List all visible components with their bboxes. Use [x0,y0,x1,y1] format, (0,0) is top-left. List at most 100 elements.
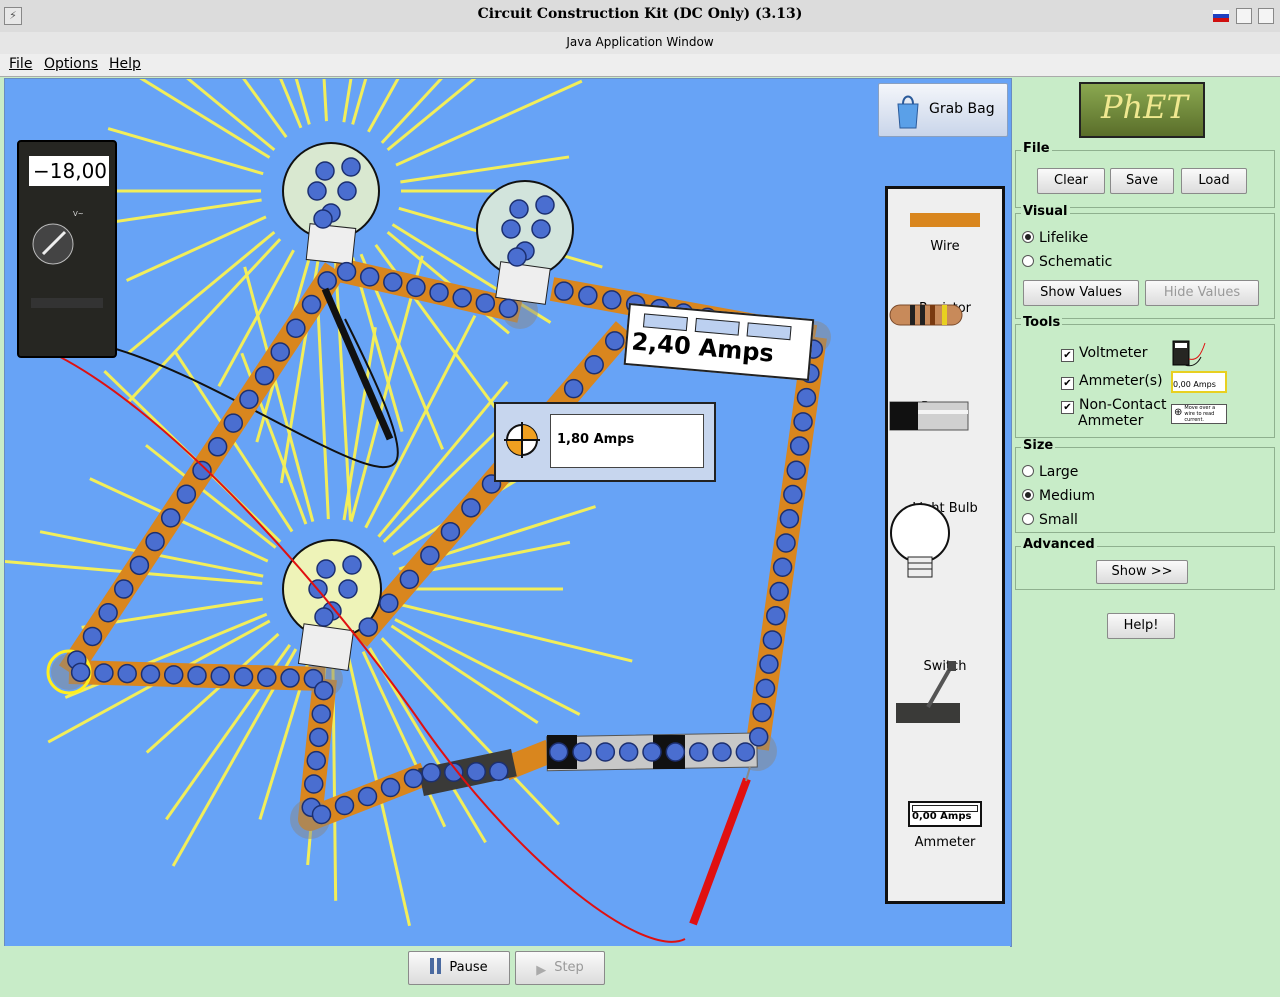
hide-values-button[interactable]: Hide Values [1145,280,1259,306]
wire-icon [910,213,980,227]
electron [210,666,231,686]
voltmeter-red-probe[interactable] [689,766,751,926]
electron [286,318,306,339]
save-button[interactable]: Save [1110,168,1174,194]
electron [421,763,441,783]
toolbox-switch[interactable]: Switch [888,659,1002,723]
electron [309,727,329,748]
toolbox-battery[interactable]: Battery [888,400,1002,431]
voltmeter-checkbox[interactable]: ✔ Voltmeter [1061,345,1148,362]
advanced-group: Advanced Show >> [1015,537,1275,590]
step-button[interactable]: ▶ Step [515,951,605,985]
electron [735,742,756,762]
noncontact-ammeter-checkbox[interactable]: ✔ Non-Contact [1061,397,1166,414]
electron [314,680,334,701]
toolbox-wire[interactable]: Wire [888,213,1002,254]
electron [759,654,779,674]
electron [578,285,598,306]
circuit-canvas[interactable]: Grab Bag −18,00 V V~ 1,80 Amps 2,40 Amps [4,78,1012,947]
electron [145,531,165,552]
crosshair-icon [504,422,540,458]
light-ray [322,79,328,122]
electron [338,579,358,599]
electron [793,412,813,432]
electron [359,267,380,287]
electron [342,555,362,575]
electron [311,804,332,825]
visual-group-title: Visual [1021,204,1070,219]
lifelike-radio[interactable]: Lifelike [1022,230,1088,246]
electron [257,667,277,688]
control-panel: PhET File Clear Save Load Visual Lifelik… [1012,78,1278,994]
circuit-drawing [5,79,831,943]
electron [307,181,327,201]
minimize-button[interactable] [1236,8,1252,24]
size-large-radio[interactable]: Large [1022,464,1078,480]
ammeter-tool-icon: 0,00 Amps [1171,371,1227,393]
voltmeter[interactable]: −18,00 V V~ [17,140,117,358]
language-flag-icon[interactable] [1213,10,1229,22]
electron [114,579,134,599]
voltmeter-black-probe[interactable] [321,287,394,441]
pause-button[interactable]: Pause [408,951,510,985]
electron [789,436,810,456]
electron [752,702,772,723]
electron [572,742,592,762]
size-group: Size Large Medium Small [1015,438,1275,533]
electron [595,742,616,762]
toolbox-light-bulb[interactable]: Light Bulb [888,501,1002,578]
menu-help[interactable]: Help [109,56,141,72]
electron [70,662,91,683]
size-small-radio[interactable]: Small [1022,512,1078,528]
grab-bag-button[interactable]: Grab Bag [878,83,1008,137]
electron [270,342,290,362]
size-group-title: Size [1021,438,1056,453]
toolbox-ammeter[interactable]: 0,00 Amps Ammeter [888,801,1002,850]
resistor-icon [889,304,963,326]
electron [420,545,440,566]
menu-file[interactable]: File [9,56,32,72]
close-button[interactable] [1258,8,1274,24]
menu-bar: File Options Help [0,54,1280,77]
battery-icon [889,401,969,431]
phet-logo-text: PhET [1101,88,1188,126]
electron [341,157,361,177]
electron [531,219,551,239]
ammeters-checkbox[interactable]: ✔ Ammeter(s) [1061,373,1163,390]
load-button[interactable]: Load [1181,168,1247,194]
advanced-show-button[interactable]: Show >> [1096,560,1188,584]
light-ray [390,624,539,725]
pause-label: Pause [449,960,488,975]
electron [207,437,228,457]
noncontact-ammeter[interactable]: 1,80 Amps [494,402,716,482]
electron [380,777,401,798]
toolbox-wire-label: Wire [930,239,960,254]
electron [466,762,486,782]
electron [239,389,259,410]
electron [786,460,806,481]
electron [618,742,639,762]
phet-logo[interactable]: PhET [1079,82,1205,138]
schematic-radio[interactable]: Schematic [1022,254,1112,270]
clear-button[interactable]: Clear [1037,168,1105,194]
toolbox-resistor[interactable]: Resistor [888,301,1002,326]
electron [452,288,472,308]
tools-group-title: Tools [1021,315,1063,330]
noncontact-ammeter-label-2: Ammeter [1078,413,1144,429]
electron [783,484,803,505]
electron [554,281,574,301]
menu-options[interactable]: Options [44,56,98,72]
noncontact-ammeter-reading: 1,80 Amps [557,432,635,447]
light-ray [386,79,477,152]
help-button[interactable]: Help! [1107,613,1175,639]
electron [712,742,732,762]
show-values-button[interactable]: Show Values [1023,280,1139,306]
electron [766,605,786,626]
size-medium-radio[interactable]: Medium [1022,488,1095,504]
voltmeter-dial-icon: V~ [31,210,103,308]
light-ray [107,127,264,176]
electron [306,750,326,771]
electron [140,664,161,684]
electron [509,199,529,219]
electron [796,387,817,408]
